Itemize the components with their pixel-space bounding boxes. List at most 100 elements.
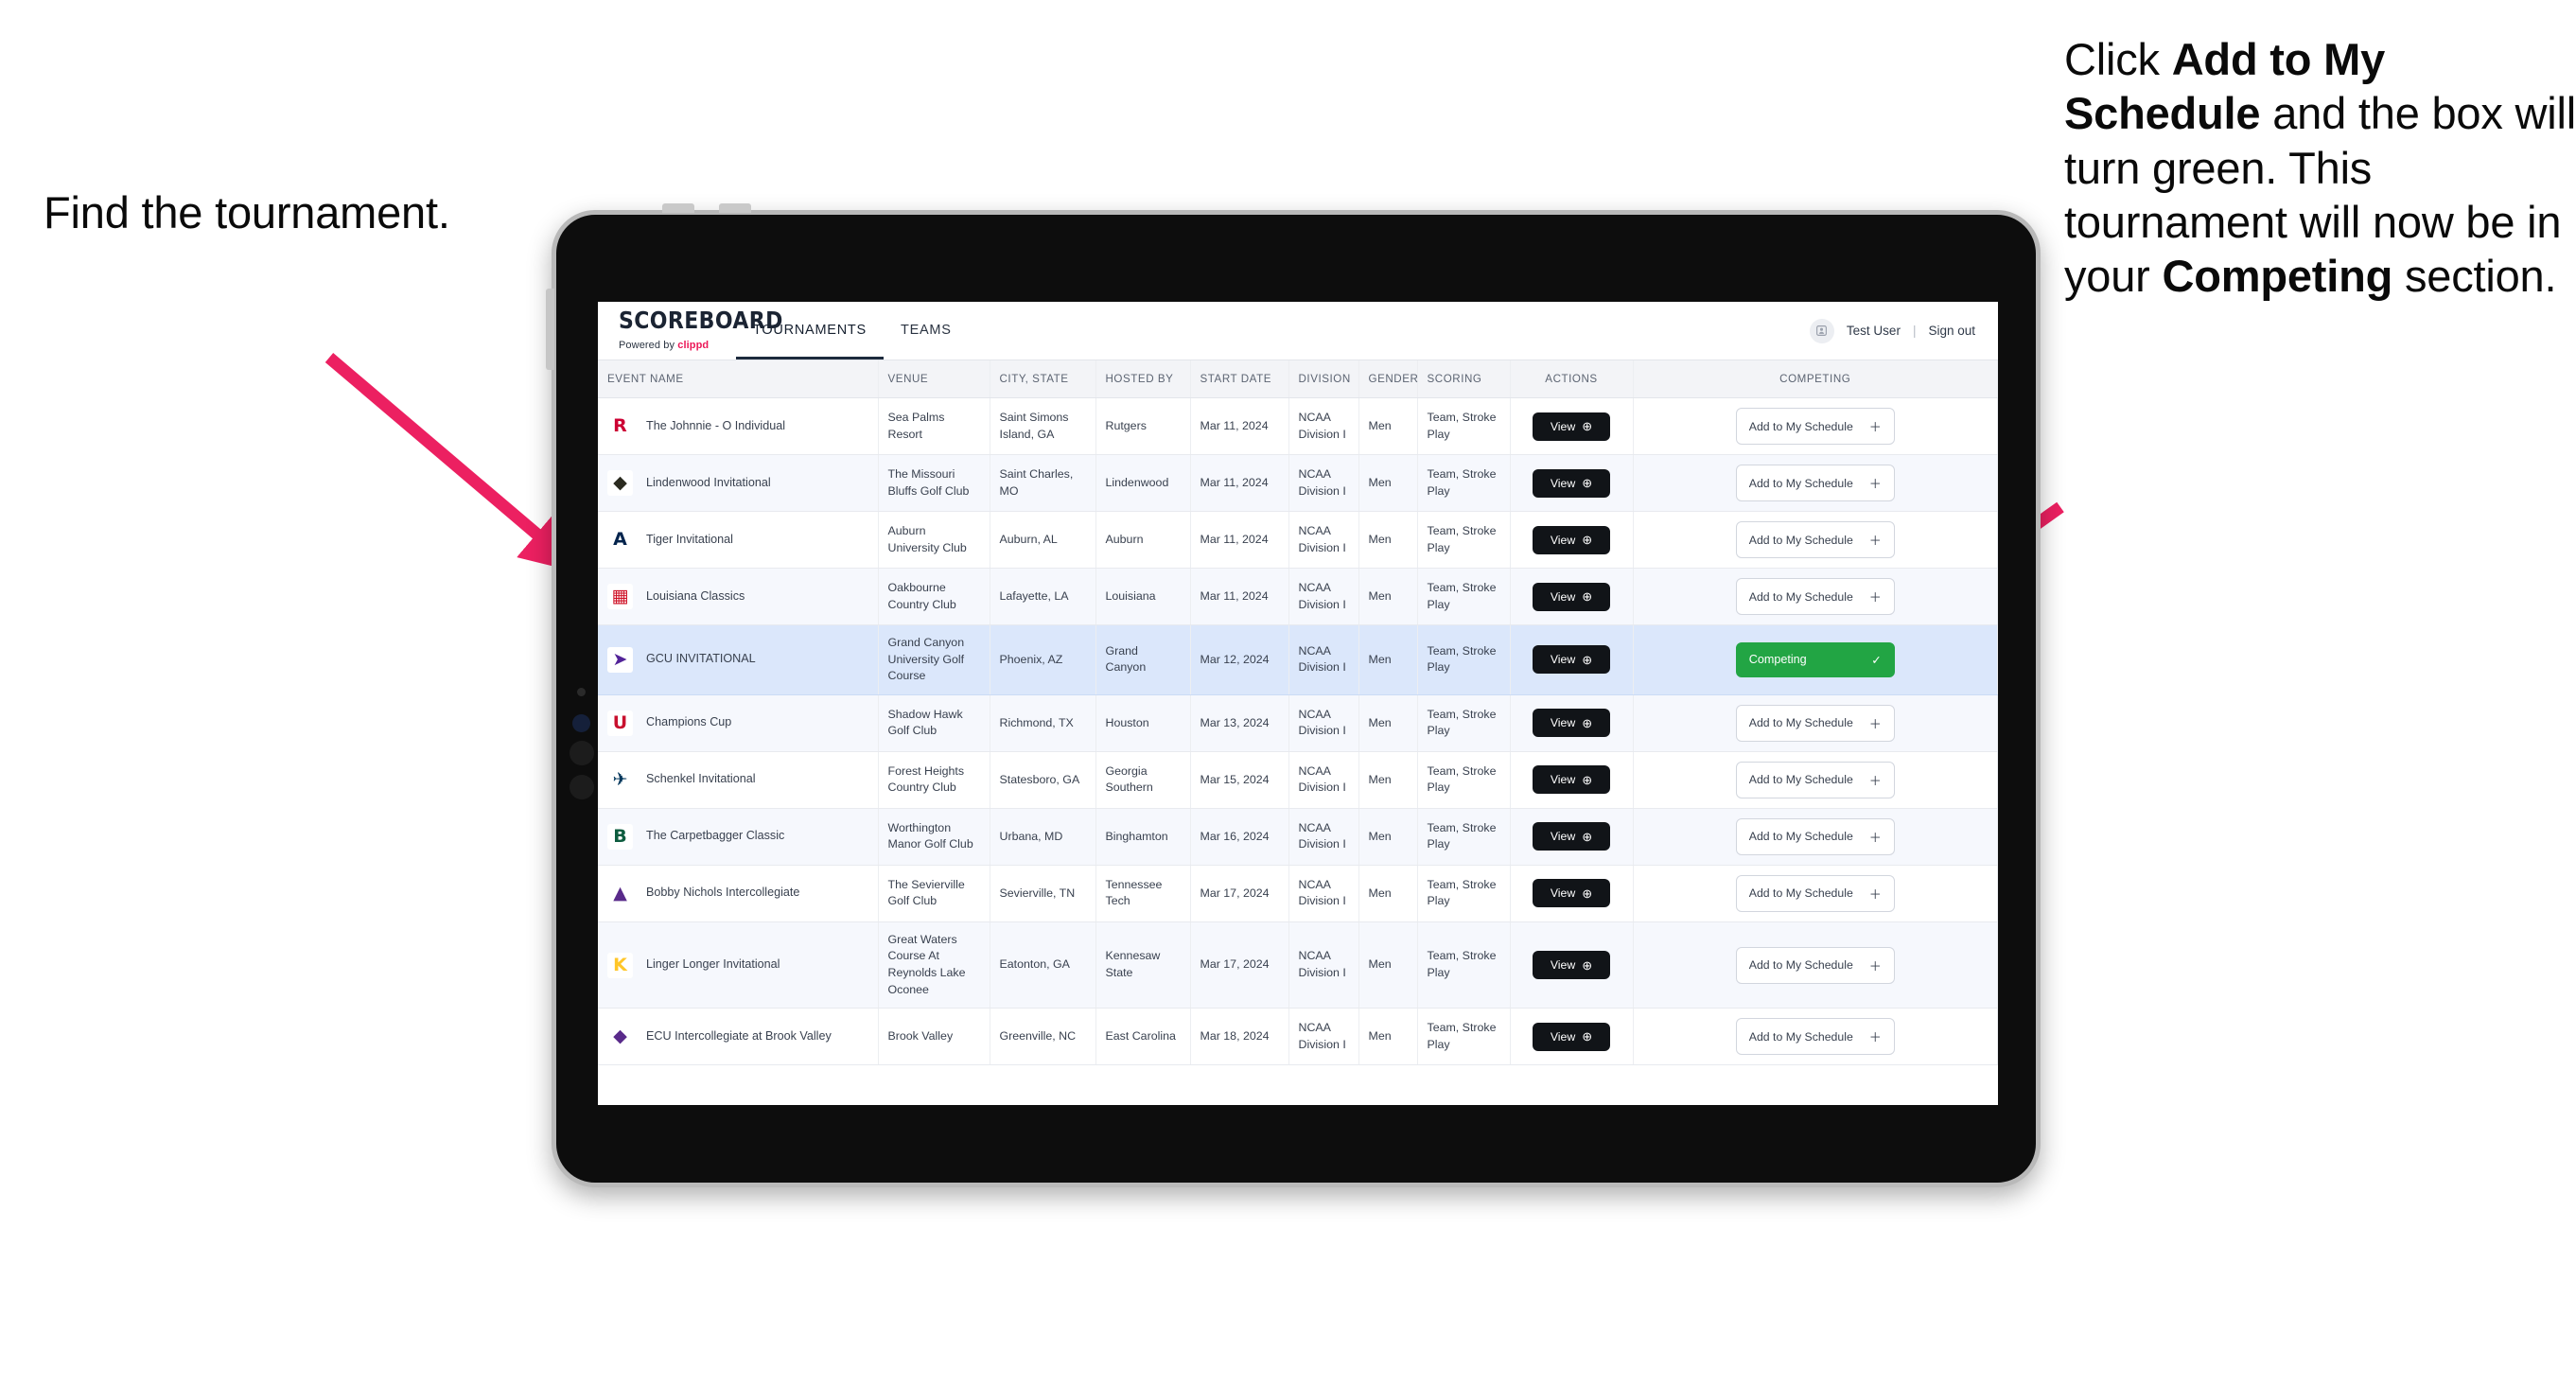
add-to-my-schedule-button[interactable]: Add to My Schedule ＋ [1735, 408, 1895, 445]
cell-venue: Oakbourne Country Club [878, 568, 990, 625]
tablet-button-top-b[interactable] [719, 203, 751, 213]
col-header-city-state[interactable]: CITY, STATE [990, 360, 1096, 398]
event-cell: K Linger Longer Invitational [607, 952, 868, 978]
table-row[interactable]: ✈ Schenkel Invitational Forest Heights Cou… [598, 751, 1998, 809]
add-to-my-schedule-button[interactable]: Add to My Schedule ＋ [1735, 578, 1895, 615]
view-button[interactable]: View ⊕ [1533, 582, 1610, 611]
binghamton-logo: B [607, 823, 633, 850]
add-to-my-schedule-button[interactable]: Add to My Schedule ＋ [1735, 704, 1895, 742]
competing-badge-button[interactable]: Competing ✓ [1735, 641, 1895, 677]
plus-icon: ＋ [1868, 477, 1882, 491]
view-button[interactable]: View ⊕ [1533, 951, 1610, 980]
cell-event-name: A Tiger Invitational [598, 511, 879, 569]
plus-icon: ＋ [1868, 958, 1882, 974]
table-row[interactable]: B The Carpetbagger Classic Worthington Man… [598, 808, 1998, 866]
cell-venue: The Sevierville Golf Club [878, 865, 990, 922]
add-to-my-schedule-button[interactable]: Add to My Schedule ＋ [1735, 465, 1895, 501]
cell-city-state: Urbana, MD [990, 808, 1096, 866]
cell-scoring: Team, Stroke Play [1417, 865, 1511, 922]
col-header-gender[interactable]: GENDER [1358, 360, 1418, 398]
cell-start-date: Mar 11, 2024 [1190, 511, 1289, 569]
sign-out-link[interactable]: Sign out [1928, 324, 1975, 338]
cell-actions: View ⊕ [1510, 1008, 1634, 1066]
cell-scoring: Team, Stroke Play [1417, 624, 1511, 695]
cell-event-name: U Champions Cup [598, 694, 879, 752]
speaker-hole-icon [570, 741, 594, 765]
col-header-scoring[interactable]: SCORING [1417, 360, 1511, 398]
cell-actions: View ⊕ [1510, 808, 1634, 866]
event-cell: ◆ ECU Intercollegiate at Brook Valley [607, 1024, 868, 1050]
view-button[interactable]: View ⊕ [1533, 645, 1610, 675]
add-to-my-schedule-button[interactable]: Add to My Schedule ＋ [1735, 874, 1895, 912]
cell-division: NCAA Division I [1288, 751, 1359, 809]
tablet-volume-button[interactable] [546, 289, 554, 370]
view-button[interactable]: View ⊕ [1533, 879, 1610, 908]
table-row[interactable]: A Tiger Invitational Auburn University Clu… [598, 511, 1998, 569]
col-header-hosted-by[interactable]: HOSTED BY [1095, 360, 1191, 398]
view-button[interactable]: View ⊕ [1533, 709, 1610, 738]
table-row[interactable]: K Linger Longer Invitational Great Waters … [598, 921, 1998, 1009]
event-cell: ▲ Bobby Nichols Intercollegiate [607, 880, 868, 906]
table-row[interactable]: ▲ Bobby Nichols Intercollegiate The Sevier… [598, 865, 1998, 922]
cell-scoring: Team, Stroke Play [1417, 454, 1511, 512]
col-header-event-name[interactable]: EVENT NAME [598, 360, 879, 398]
app-header: SCOREBOARD Powered by clippd TOURNAMENTS… [598, 302, 1998, 360]
table-row[interactable]: ▦ Louisiana Classics Oakbourne Country Clu… [598, 568, 1998, 625]
table-row[interactable]: ◆ ECU Intercollegiate at Brook Valley Broo… [598, 1008, 1998, 1066]
cell-division: NCAA Division I [1288, 808, 1359, 866]
table-row[interactable]: ◆ Lindenwood Invitational The Missouri Blu… [598, 454, 1998, 512]
annotation-text: section. [2392, 251, 2557, 302]
cell-city-state: Lafayette, LA [990, 568, 1096, 625]
tablet-button-top-a[interactable] [662, 203, 694, 213]
cell-start-date: Mar 11, 2024 [1190, 454, 1289, 512]
tennesseetech-logo: ▲ [607, 880, 633, 906]
add-to-my-schedule-button[interactable]: Add to My Schedule ＋ [1735, 761, 1895, 798]
table-row[interactable]: U Champions Cup Shadow Hawk Golf Club Richm… [598, 694, 1998, 752]
cell-division: NCAA Division I [1288, 694, 1359, 752]
cell-actions: View ⊕ [1510, 397, 1634, 455]
add-to-my-schedule-button[interactable]: Add to My Schedule ＋ [1735, 817, 1895, 855]
cell-start-date: Mar 12, 2024 [1190, 624, 1289, 695]
col-header-venue[interactable]: VENUE [878, 360, 990, 398]
table-row[interactable]: R The Johnnie - O Individual Sea Palms Res… [598, 397, 1998, 455]
cell-city-state: Greenville, NC [990, 1008, 1096, 1066]
table-row[interactable]: ➤ GCU INVITATIONAL Grand Canyon University… [598, 624, 1998, 695]
tab-teams[interactable]: TEAMS [884, 304, 969, 360]
add-to-my-schedule-button[interactable]: Add to My Schedule ＋ [1735, 946, 1895, 984]
annotation-left: Find the tournament. [44, 187, 450, 237]
cell-gender: Men [1358, 751, 1418, 809]
col-header-actions: ACTIONS [1510, 360, 1634, 398]
view-button[interactable]: View ⊕ [1533, 765, 1610, 795]
cell-hosted-by: Kennesaw State [1095, 921, 1191, 1009]
auburn-logo: A [607, 527, 633, 553]
cell-gender: Men [1358, 454, 1418, 512]
table-head: EVENT NAME VENUE CITY, STATE HOSTED BY S… [598, 360, 1998, 398]
cell-competing: Add to My Schedule ＋ [1633, 568, 1998, 625]
view-button[interactable]: View ⊕ [1533, 525, 1610, 554]
view-button[interactable]: View ⊕ [1533, 412, 1610, 441]
view-button-label: View [1550, 1029, 1576, 1044]
arrow-right-circle-icon: ⊕ [1582, 476, 1593, 490]
screenshot-canvas: Find the tournament. Click Add to My Sch… [0, 0, 2576, 1386]
view-button[interactable]: View ⊕ [1533, 822, 1610, 851]
cell-gender: Men [1358, 808, 1418, 866]
cell-hosted-by: Houston [1095, 694, 1191, 752]
add-to-my-schedule-button[interactable]: Add to My Schedule ＋ [1735, 1018, 1895, 1056]
col-header-division[interactable]: DIVISION [1288, 360, 1359, 398]
cell-venue: Shadow Hawk Golf Club [878, 694, 990, 752]
arrow-right-circle-icon: ⊕ [1582, 533, 1593, 547]
avatar[interactable] [1809, 318, 1834, 343]
brand-logo[interactable]: SCOREBOARD Powered by clippd [598, 302, 782, 360]
brand-tagline: Powered by clippd [619, 340, 736, 351]
view-button[interactable]: View ⊕ [1533, 1022, 1610, 1051]
tablet-device-frame: SCOREBOARD Powered by clippd TOURNAMENTS… [546, 203, 2041, 1187]
view-button[interactable]: View ⊕ [1533, 468, 1610, 498]
add-to-my-schedule-label: Add to My Schedule [1748, 958, 1853, 973]
cell-scoring: Team, Stroke Play [1417, 568, 1511, 625]
plus-icon: ＋ [1868, 886, 1882, 902]
col-header-start-date[interactable]: START DATE [1190, 360, 1289, 398]
tab-teams-label: TEAMS [900, 323, 952, 338]
event-cell: ◆ Lindenwood Invitational [607, 470, 868, 496]
add-to-my-schedule-label: Add to My Schedule [1748, 1029, 1853, 1044]
add-to-my-schedule-button[interactable]: Add to My Schedule ＋ [1735, 521, 1895, 558]
